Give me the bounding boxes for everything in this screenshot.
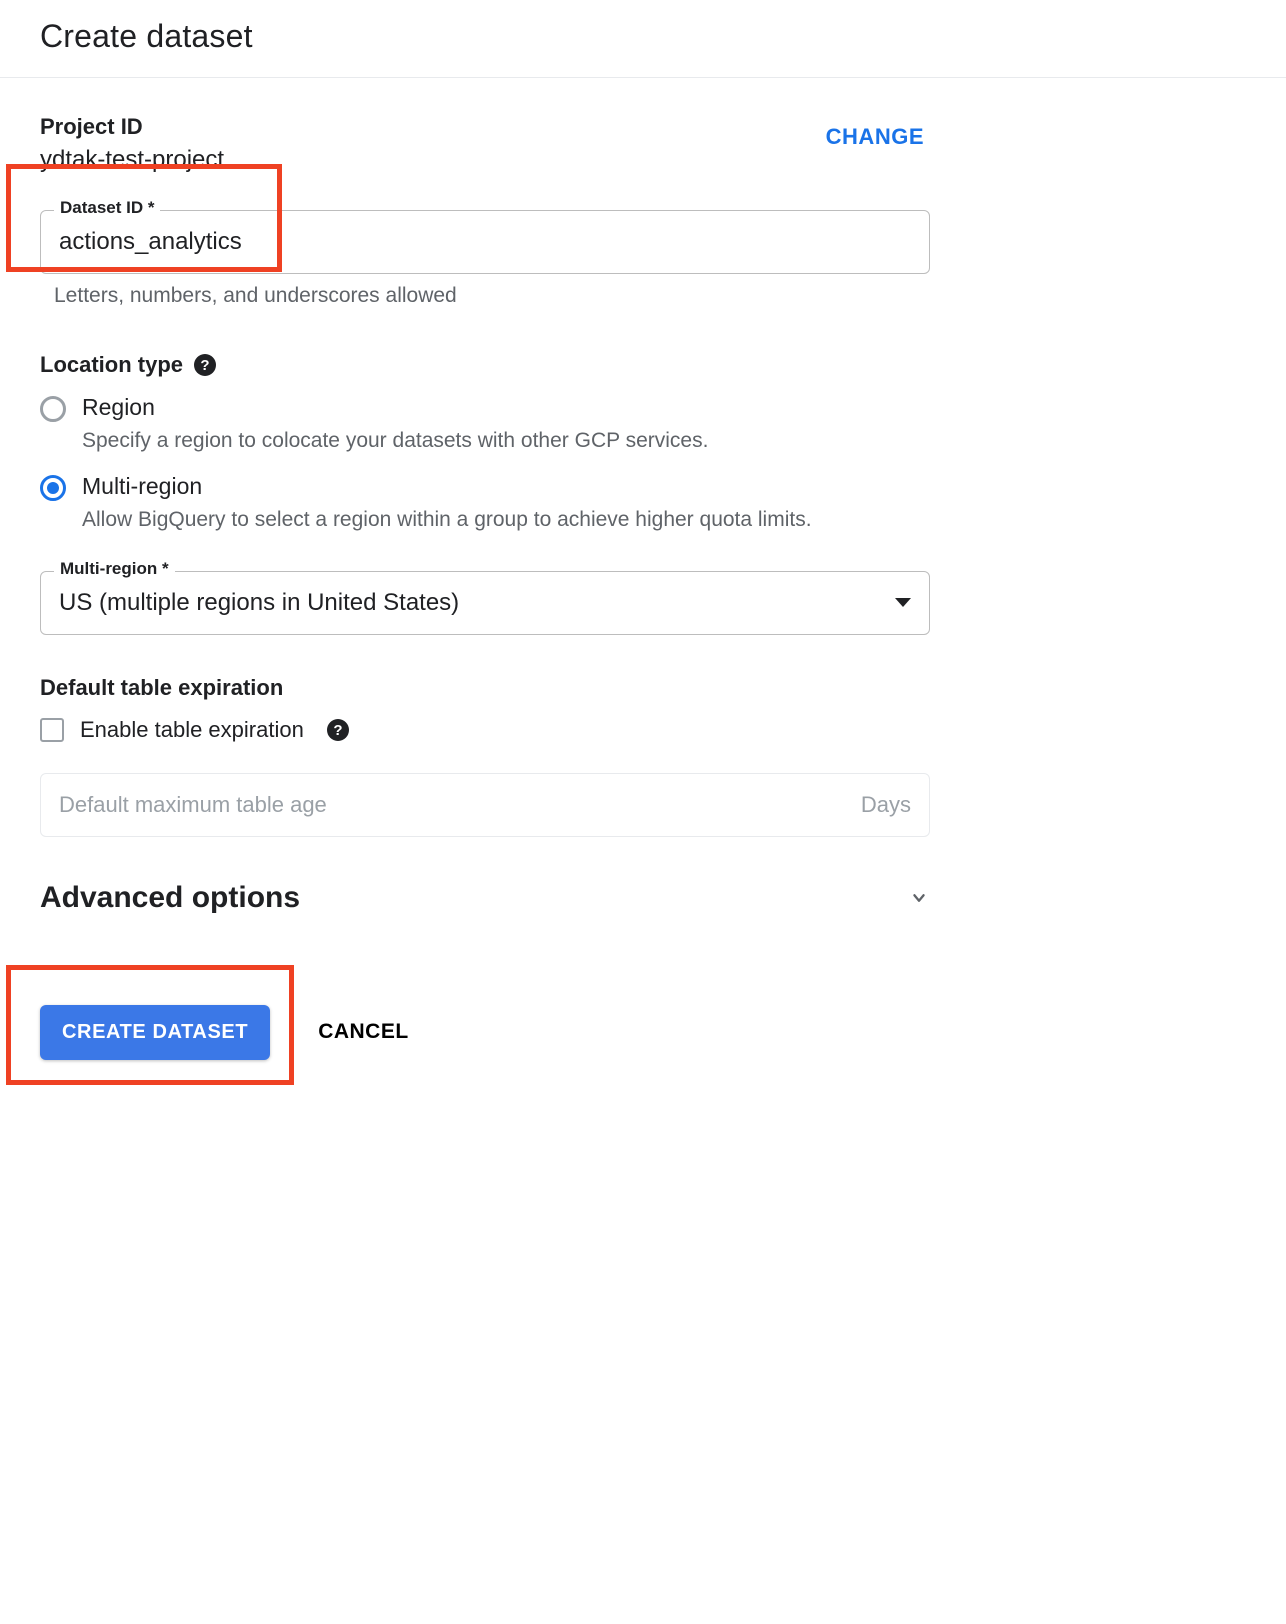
radio-multiregion[interactable] (40, 475, 66, 501)
max-table-age-unit: Days (861, 792, 911, 818)
multiregion-select-field: Multi-region * US (multiple regions in U… (40, 571, 930, 635)
advanced-options-toggle[interactable]: Advanced options (40, 881, 930, 915)
max-table-age-field: Default maximum table age Days (40, 773, 930, 837)
footer-actions: CREATE DATASET CANCEL (40, 1005, 1286, 1060)
chevron-down-icon (895, 598, 911, 607)
radio-region-row: Region Specify a region to colocate your… (40, 394, 930, 455)
divider (0, 77, 1286, 78)
radio-multiregion-row: Multi-region Allow BigQuery to select a … (40, 473, 930, 534)
radio-multiregion-desc: Allow BigQuery to select a region within… (82, 506, 812, 534)
expiration-title: Default table expiration (40, 675, 1286, 701)
chevron-down-icon (908, 887, 930, 909)
dataset-id-input[interactable] (40, 210, 930, 274)
dataset-id-label: Dataset ID * (54, 198, 160, 218)
create-dataset-button[interactable]: CREATE DATASET (40, 1005, 270, 1060)
radio-region-label: Region (82, 394, 708, 421)
expiration-checkbox-row: Enable table expiration ? (40, 717, 1286, 743)
multiregion-select-value: US (multiple regions in United States) (59, 589, 459, 617)
project-id-label: Project ID (40, 114, 224, 140)
location-type-label: Location type (40, 352, 183, 378)
multiregion-select-label: Multi-region * (54, 559, 175, 579)
page-title: Create dataset (40, 18, 1286, 55)
enable-expiration-checkbox[interactable] (40, 718, 64, 742)
location-type-title: Location type ? (40, 352, 1286, 378)
project-id-value: ydtak-test-project (40, 146, 224, 174)
radio-multiregion-label: Multi-region (82, 473, 812, 500)
help-icon[interactable]: ? (193, 353, 217, 377)
svg-text:?: ? (200, 357, 209, 374)
max-table-age-placeholder: Default maximum table age (59, 792, 327, 818)
radio-region-desc: Specify a region to colocate your datase… (82, 427, 708, 455)
multiregion-select[interactable]: US (multiple regions in United States) (40, 571, 930, 635)
svg-text:?: ? (333, 722, 342, 739)
dataset-id-field: Dataset ID * (40, 210, 930, 274)
cancel-button[interactable]: CANCEL (312, 1019, 415, 1045)
expiration-title-label: Default table expiration (40, 675, 283, 701)
enable-expiration-label: Enable table expiration (80, 717, 304, 743)
project-id-row: Project ID ydtak-test-project CHANGE (40, 114, 930, 174)
help-icon[interactable]: ? (326, 718, 350, 742)
change-project-button[interactable]: CHANGE (820, 114, 930, 151)
dataset-id-helper: Letters, numbers, and underscores allowe… (54, 284, 930, 308)
advanced-options-label: Advanced options (40, 881, 300, 915)
radio-region[interactable] (40, 396, 66, 422)
